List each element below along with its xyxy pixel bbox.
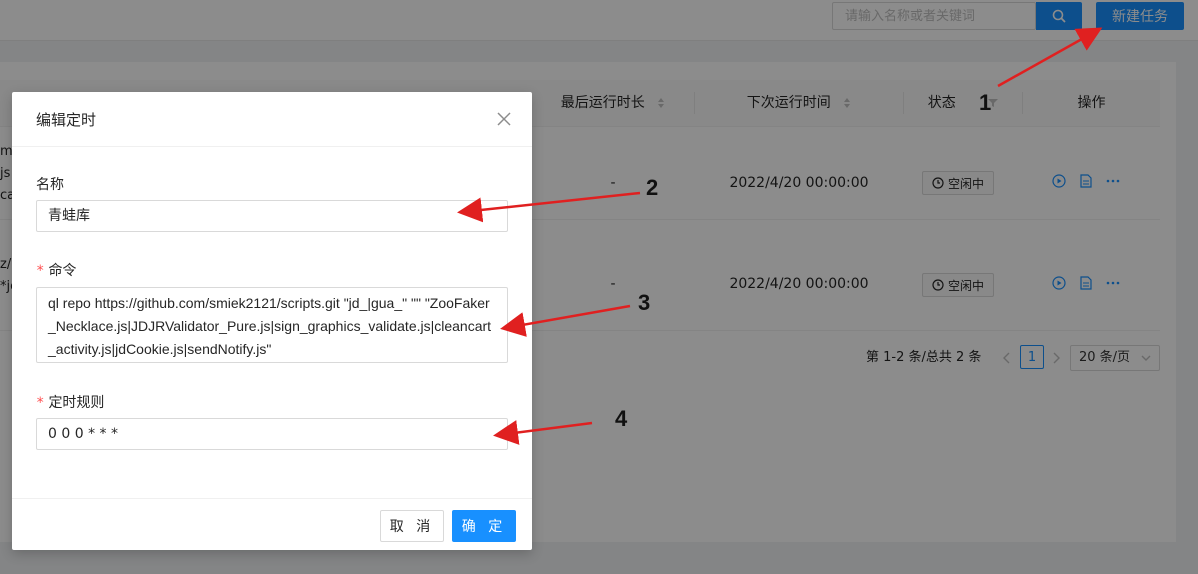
command-label: * 命令 — [36, 263, 77, 279]
annotation-number: 1 — [979, 90, 992, 115]
annotation-number: 3 — [638, 290, 651, 315]
schedule-input[interactable]: 0 0 0 * * * — [36, 418, 508, 450]
command-textarea[interactable]: ql repo https://github.com/smiek2121/scr… — [36, 287, 508, 363]
name-input[interactable]: 青蛙库 — [36, 200, 508, 232]
edit-cron-modal: 编辑定时 名称 青蛙库 * 命令 ql repo https://github.c… — [12, 92, 532, 550]
cancel-button[interactable]: 取 消 — [380, 510, 444, 542]
modal-title: 编辑定时 — [36, 111, 97, 129]
modal-header: 编辑定时 — [12, 92, 532, 147]
annotation-number: 4 — [615, 406, 628, 431]
name-label: 名称 — [36, 177, 64, 193]
close-icon[interactable] — [494, 109, 514, 129]
annotation-number: 2 — [646, 175, 659, 200]
required-mark: * — [36, 395, 45, 411]
modal-footer: 取 消 确 定 — [12, 498, 532, 551]
required-mark: * — [36, 263, 45, 279]
schedule-label: * 定时规则 — [36, 395, 105, 411]
ok-button[interactable]: 确 定 — [452, 510, 516, 542]
